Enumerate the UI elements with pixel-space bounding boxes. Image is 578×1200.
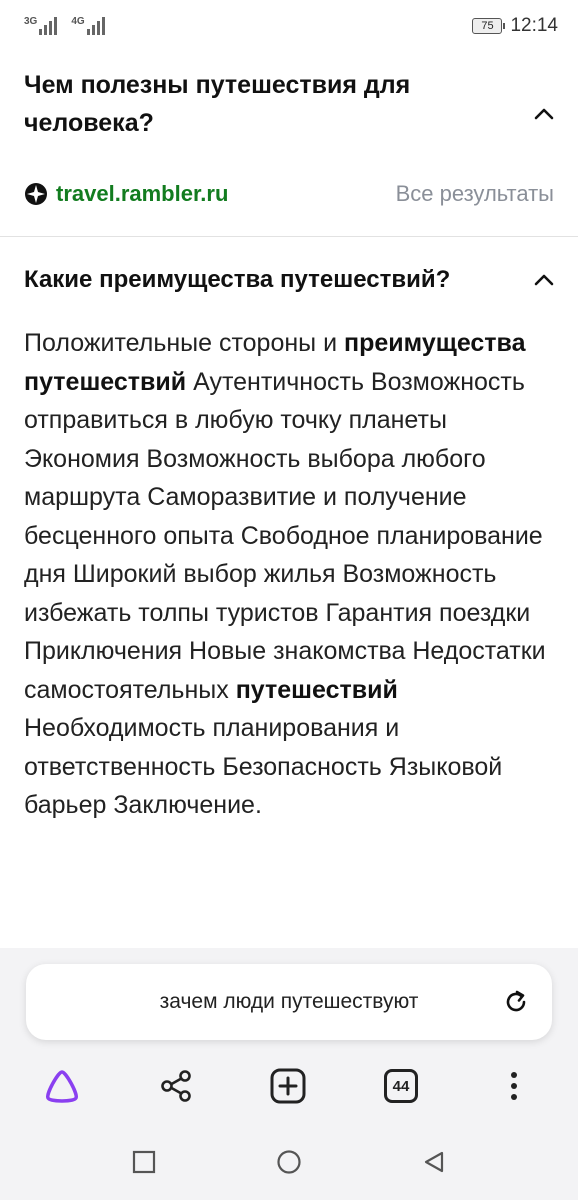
browser-toolbar: 44 — [0, 1058, 578, 1114]
faq-question-title: Какие преимущества путешествий? — [24, 266, 451, 293]
answer-text: Положительные стороны и — [24, 329, 338, 357]
signal-4g: 4G — [71, 16, 105, 35]
more-icon — [511, 1072, 517, 1100]
faq-question-2[interactable]: Какие преимущества путешествий? — [0, 258, 578, 302]
answer-highlight: путешествий — [235, 675, 398, 704]
search-bar[interactable]: зачем люди путешествуют — [26, 964, 552, 1040]
faq-question-1[interactable]: Чем полезны путешествия для человека? — [0, 66, 578, 166]
more-button[interactable] — [494, 1066, 534, 1106]
tabs-icon: 44 — [384, 1069, 418, 1103]
status-bar: 3G 4G 75 12:14 — [0, 0, 578, 52]
answer-text: Необходимость планирования и ответственн… — [24, 714, 503, 819]
square-icon — [132, 1150, 156, 1174]
back-button[interactable] — [420, 1148, 448, 1176]
faq-answer: Положительные стороны и преимущества пут… — [24, 324, 554, 825]
triangle-back-icon — [424, 1151, 444, 1173]
recent-apps-button[interactable] — [130, 1148, 158, 1176]
alice-button[interactable] — [42, 1066, 82, 1106]
net-type-label: 3G — [24, 16, 38, 27]
search-query[interactable]: зачем люди путешествуют — [160, 990, 419, 1014]
chevron-up-icon[interactable] — [532, 268, 556, 292]
faq-question-title: Чем полезны путешествия для человека? — [24, 71, 411, 137]
net-type-label: 4G — [71, 16, 85, 27]
all-results-link[interactable]: Все результаты — [396, 181, 554, 207]
tabs-button[interactable]: 44 — [381, 1066, 421, 1106]
chevron-up-icon[interactable] — [532, 102, 556, 126]
source-domain[interactable]: travel.rambler.ru — [56, 181, 228, 207]
network-indicators: 3G 4G — [24, 17, 105, 35]
signal-3g: 3G — [24, 16, 58, 35]
home-button[interactable] — [275, 1148, 303, 1176]
system-nav-bar — [0, 1134, 578, 1190]
answer-text: Аутентичность Возможность отправиться в … — [24, 367, 546, 704]
signal-bars-icon — [86, 17, 105, 35]
rambler-logo-icon — [25, 183, 47, 205]
new-tab-icon — [270, 1068, 306, 1104]
circle-icon — [277, 1150, 301, 1174]
share-button[interactable] — [156, 1066, 196, 1106]
signal-bars-icon — [39, 17, 58, 35]
source-row: travel.rambler.ru Все результаты — [0, 172, 578, 216]
clock: 12:14 — [510, 15, 558, 36]
source-link[interactable]: travel.rambler.ru — [24, 181, 228, 207]
alice-icon — [46, 1070, 78, 1103]
share-icon — [161, 1070, 191, 1102]
reload-icon[interactable] — [502, 988, 530, 1016]
divider — [0, 236, 578, 237]
new-tab-button[interactable] — [268, 1066, 308, 1106]
battery-icon: 75 — [472, 18, 506, 34]
